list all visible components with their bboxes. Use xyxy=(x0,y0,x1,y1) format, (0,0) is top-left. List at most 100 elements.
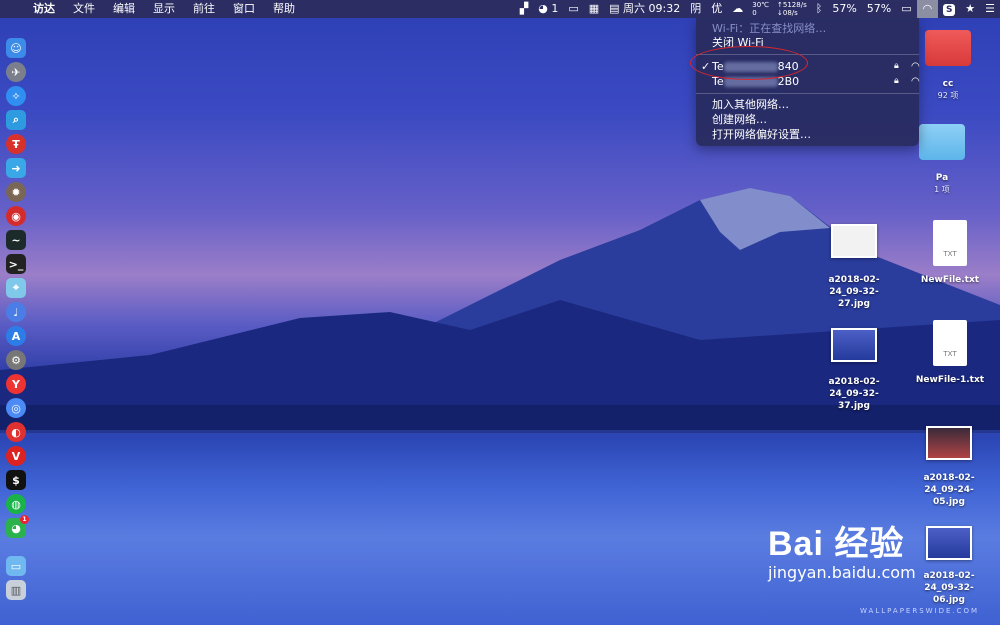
safari-icon[interactable]: ✧ xyxy=(6,86,26,106)
gear-app-icon[interactable]: ✹ xyxy=(6,182,26,202)
desktop-file-jpg-4[interactable]: a2018-02-24_09-32-06.jpg xyxy=(902,526,996,606)
terminal-icon[interactable]: >_ xyxy=(6,254,26,274)
menu-edit[interactable]: 编辑 xyxy=(104,0,144,18)
folder-icon xyxy=(919,124,965,160)
desktop-icon-label: a2018-02-24_09-32-06.jpg xyxy=(923,571,975,605)
chrome-icon[interactable]: ◎ xyxy=(6,398,26,418)
image-thumbnail xyxy=(926,426,972,460)
bookmark-icon[interactable]: ▞ xyxy=(515,0,533,18)
clock-status[interactable]: ▤ 周六 09:32 xyxy=(604,0,685,18)
display-icon[interactable]: ▭ xyxy=(563,0,583,18)
wallpaper-credit: WALLPAPERSWIDE.COM xyxy=(860,607,980,615)
weather[interactable]: 阴 xyxy=(685,0,706,18)
menu-bar: 访达 文件 编辑 显示 前往 窗口 帮助 ▞ ◕ 1 ▭ ▦ ▤ 周六 09:3… xyxy=(0,0,1000,18)
file-kind: TXT xyxy=(943,350,957,358)
app-store-icon[interactable]: A xyxy=(6,326,26,346)
dock-spacer xyxy=(6,542,26,552)
temperature-sub: 0 xyxy=(752,9,757,17)
cpu-usage[interactable]: 57% xyxy=(827,0,861,18)
desktop-icon-label: Pa xyxy=(935,173,949,183)
youdao-icon[interactable]: Ŧ xyxy=(6,134,26,154)
wechat-dock-icon[interactable]: ◕ 1 xyxy=(6,515,29,538)
finder-icon[interactable]: ☺ xyxy=(6,38,26,58)
cloud-icon[interactable]: ☁ xyxy=(727,0,748,18)
desktop-icon-label: NewFile-1.txt xyxy=(915,375,985,385)
desktop-folder-cc[interactable]: cc 92 项 xyxy=(918,30,978,102)
file-kind: TXT xyxy=(943,250,957,258)
create-network[interactable]: 创建网络… xyxy=(712,112,767,127)
menu-help[interactable]: 帮助 xyxy=(264,0,304,18)
calendar-icon: ▤ xyxy=(609,2,620,15)
messenger-icon[interactable]: ◍ xyxy=(6,494,26,514)
image-thumbnail xyxy=(831,328,877,362)
join-other-network[interactable]: 加入其他网络… xyxy=(712,97,789,112)
netease-music-icon[interactable]: ◉ xyxy=(6,206,26,226)
trash-icon[interactable]: ▥ xyxy=(6,580,26,600)
clock: 周六 09:32 xyxy=(623,2,681,15)
wechat-icon: ◕ xyxy=(538,2,548,15)
desktop-icon-sub: 92 项 xyxy=(937,91,959,100)
bluetooth-icon[interactable]: ᛒ xyxy=(811,0,828,18)
net-upload: ↑5128/s xyxy=(777,1,807,9)
grid-icon[interactable]: ▦ xyxy=(584,0,604,18)
activity-monitor-icon[interactable]: ~ xyxy=(6,230,26,250)
desktop-file-jpg-1[interactable]: a2018-02-24_09-32-27.jpg xyxy=(806,224,902,310)
baidu-watermark: Bai 经验 jingyan.baidu.com xyxy=(768,516,916,582)
desktop-icon-label: cc xyxy=(942,79,954,89)
highlight-circle xyxy=(690,46,808,80)
vivaldi-icon[interactable]: V xyxy=(6,446,26,466)
temperature-status[interactable]: 30℃ 0 xyxy=(748,1,773,17)
menu-view[interactable]: 显示 xyxy=(144,0,184,18)
yandex-icon[interactable]: Y xyxy=(6,374,26,394)
image-thumbnail xyxy=(926,526,972,560)
desktop-file-jpg-2[interactable]: a2018-02-24_09-32-37.jpg xyxy=(806,328,902,412)
menu-divider xyxy=(696,93,919,94)
wifi-menu-button[interactable]: ◠ xyxy=(916,0,939,18)
menu-window[interactable]: 窗口 xyxy=(224,0,264,18)
network-speed[interactable]: ↑5128/s ↓08/s xyxy=(773,1,811,17)
wifi-dropdown-menu: Wi-Fi：正在查找网络… 关闭 Wi-Fi ✓ Te 840 🔒︎ ◠ Te 2B… xyxy=(696,18,920,146)
temperature: 30℃ xyxy=(752,1,770,9)
menu-app-name[interactable]: 访达 xyxy=(24,0,64,18)
downloads-folder-icon[interactable]: ▭ xyxy=(6,556,26,576)
weibo-icon[interactable]: ◐ xyxy=(6,422,26,442)
desktop-icon-label: a2018-02-24_09-24-05.jpg xyxy=(923,473,975,507)
battery-percent[interactable]: 57% xyxy=(862,0,896,18)
system-preferences-icon[interactable]: ⚙ xyxy=(6,350,26,370)
net-download: ↓08/s xyxy=(777,9,798,17)
desktop-file-txt-1[interactable]: TXT NewFile.txt xyxy=(912,220,988,286)
launchpad-icon[interactable]: ✈ xyxy=(6,62,26,82)
text-file-icon: TXT xyxy=(933,320,967,366)
maps-icon[interactable]: ⌖ xyxy=(6,278,26,298)
notification-badge: 1 xyxy=(20,515,29,524)
siri-icon[interactable]: ♩ xyxy=(6,302,26,322)
desktop-icon-label: a2018-02-24_09-32-27.jpg xyxy=(828,275,880,309)
text-file-icon: TXT xyxy=(933,220,967,266)
battery-icon[interactable]: ▭ xyxy=(896,0,916,18)
watermark-url: jingyan.baidu.com xyxy=(768,563,916,582)
console-icon[interactable]: $ xyxy=(6,470,26,490)
lock-icon: 🔒︎ xyxy=(894,61,899,71)
dock: ☺ ✈ ✧ ⌕ Ŧ ➜ ✹ ◉ ~ >_ ⌖ ♩ A ⚙ Y ◎ ◐ V $ ◍… xyxy=(4,36,29,602)
migration-icon[interactable]: ➜ xyxy=(6,158,26,178)
desktop-icon-sub: 1 项 xyxy=(934,185,950,194)
wifi-signal-icon: ◠ xyxy=(911,61,920,72)
star-icon[interactable]: ★ xyxy=(960,0,980,18)
watermark-brand: Bai 经验 xyxy=(768,525,905,563)
list-icon[interactable]: ☰ xyxy=(980,0,1000,18)
wifi-icon: ◠ xyxy=(922,2,933,15)
sogou-icon[interactable]: S xyxy=(938,0,960,18)
image-thumbnail xyxy=(831,224,877,258)
desktop-file-jpg-3[interactable]: a2018-02-24_09-24-05.jpg xyxy=(902,426,996,508)
lock-icon: 🔒︎ xyxy=(894,76,899,86)
wechat-status[interactable]: ◕ 1 xyxy=(533,0,563,18)
folder-icon xyxy=(925,30,971,66)
open-network-preferences[interactable]: 打开网络偏好设置… xyxy=(712,127,811,142)
desktop-icon-label: NewFile.txt xyxy=(920,275,980,285)
desktop-file-txt-2[interactable]: TXT NewFile-1.txt xyxy=(908,320,992,386)
menu-file[interactable]: 文件 xyxy=(64,0,104,18)
desktop-folder-pa[interactable]: Pa 1 项 xyxy=(912,124,972,196)
preview-search-icon[interactable]: ⌕ xyxy=(6,110,26,130)
air-quality[interactable]: 优 xyxy=(706,0,727,18)
menu-go[interactable]: 前往 xyxy=(184,0,224,18)
